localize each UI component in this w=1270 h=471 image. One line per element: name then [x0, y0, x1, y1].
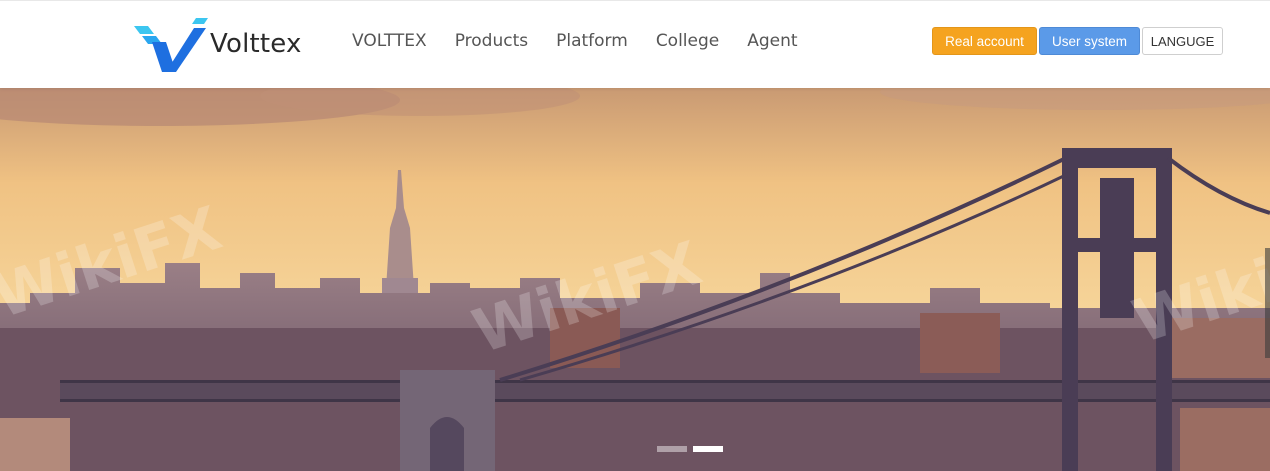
carousel-dots [0, 446, 1270, 452]
language-button[interactable]: LANGUGE [1142, 27, 1223, 55]
nav-item-college[interactable]: College [642, 31, 733, 51]
user-system-button[interactable]: User system [1039, 27, 1140, 55]
scroll-indicator[interactable] [1265, 248, 1270, 358]
logo-mark-icon [134, 18, 208, 72]
logo[interactable]: Volttex [128, 11, 308, 77]
nav-item-agent[interactable]: Agent [733, 31, 811, 51]
carousel-dot-active[interactable] [693, 446, 723, 452]
main-nav: VOLTTEX Products Platform College Agent [338, 31, 812, 51]
hero-banner: WikiFX WikiFX WikiFX [0, 88, 1270, 471]
header-actions: Real account User system LANGUGE [932, 27, 1223, 55]
site-header: Volttex VOLTTEX Products Platform Colleg… [0, 0, 1270, 88]
carousel-dot[interactable] [657, 446, 687, 452]
nav-item-platform[interactable]: Platform [542, 31, 642, 51]
logo-text: Volttex [210, 29, 302, 59]
nav-item-volttex[interactable]: VOLTTEX [338, 31, 441, 51]
real-account-button[interactable]: Real account [932, 27, 1037, 55]
nav-item-products[interactable]: Products [441, 31, 542, 51]
